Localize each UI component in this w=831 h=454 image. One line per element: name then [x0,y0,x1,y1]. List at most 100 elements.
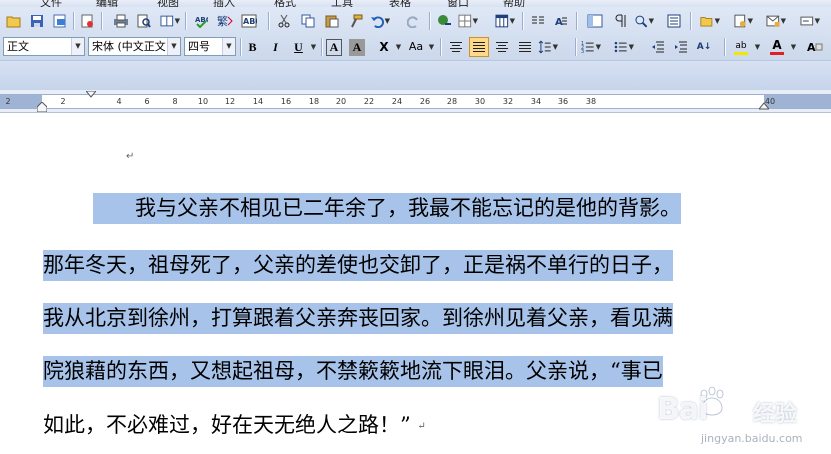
increase-indent-icon[interactable] [671,37,691,57]
ruler-label: 2 [60,97,66,106]
format-painter-icon[interactable] [346,11,366,31]
form-field-icon[interactable]: ▼ [800,11,820,31]
menu-file[interactable]: 文件 [40,0,62,7]
align-left-icon[interactable] [446,37,466,57]
word-count-icon[interactable]: ABC [239,11,259,31]
menu-insert[interactable]: 插入 [213,0,235,7]
distributed-align-icon[interactable] [515,37,535,57]
document-line-2[interactable]: 那年冬天，祖母死了，父亲的差使也交卸了，正是祸不单行的日子， [43,250,673,281]
email-document-icon[interactable] [77,11,97,31]
chevron-down-icon[interactable]: ▼ [222,38,235,55]
menu-bar: 文件 编辑 视图 插入 格式 工具 表格 窗口 帮助 [0,0,831,7]
research-icon[interactable]: ▼ [160,11,180,31]
toolbar-separator [73,12,74,30]
zoom-icon[interactable]: ▼ [634,11,654,31]
document-line-4[interactable]: 院狼藉的东西，又想起祖母，不禁簌簌地流下眼泪。父亲说，“事已 [43,356,663,387]
envelope-tools-icon[interactable]: ▼ [766,11,786,31]
paste-icon[interactable] [322,11,342,31]
style-select[interactable]: 正文 ▼ [3,37,85,56]
document-map-icon[interactable] [585,11,605,31]
toolbar-separator [576,12,577,30]
justify-icon[interactable] [469,37,489,57]
enclose-characters-icon[interactable]: A [805,37,825,57]
highlight-icon[interactable]: ab [731,37,751,57]
document-tools-icon[interactable]: ▼ [733,11,753,31]
redo-icon[interactable] [404,11,424,31]
chevron-down-icon[interactable]: ▼ [751,37,763,57]
line-spacing-icon[interactable]: ▼ [538,37,558,57]
toolbar-separator [690,12,691,30]
svg-text:ABC: ABC [195,16,208,24]
italic-button[interactable]: I [266,37,285,57]
svg-text:繁: 繁 [217,14,228,28]
chevron-down-icon[interactable]: ▼ [307,37,319,57]
bullets-icon[interactable]: ▼ [614,37,634,57]
open-folder-menu-icon[interactable]: ▼ [700,11,720,31]
numbering-icon[interactable]: 1 2 3 ▼ [581,37,601,57]
toolbar-separator [440,38,441,56]
show-hide-marks-icon[interactable] [610,11,630,31]
bold-button[interactable]: B [243,37,262,57]
translate-icon[interactable]: 繁 [215,11,235,31]
menu-view[interactable]: 视图 [157,0,179,7]
first-line-indent-marker[interactable] [86,91,96,98]
align-center-icon[interactable] [492,37,512,57]
font-color-icon[interactable]: A [767,37,787,57]
font-select-value: 宋体 (中文正文 [92,40,166,53]
sort-icon[interactable]: A↓ [694,37,714,57]
copy-icon[interactable] [298,11,318,31]
permission-icon[interactable] [50,11,70,31]
font-size-select[interactable]: 四号 ▼ [184,37,236,56]
print-icon[interactable] [111,11,131,31]
font-color-swatch [770,52,784,55]
decrease-indent-icon[interactable] [648,37,668,57]
columns-icon[interactable] [528,11,548,31]
highlight-swatch [734,51,748,55]
ruler-label: 38 [585,97,597,106]
document-line-3[interactable]: 我从北京到徐州，打算跟着父亲奔丧回家。到徐州见着父亲，看见满 [43,303,673,334]
font-select[interactable]: 宋体 (中文正文 ▼ [88,37,181,56]
menu-format[interactable]: 格式 [274,0,296,7]
change-case-button[interactable]: Aa [405,37,427,57]
document-page[interactable]: ↵ 我与父亲不相见已二年余了，我最不能忘记的是他的背影。 那年冬天，祖母死了，父… [0,113,831,454]
left-indent-marker[interactable] [37,102,47,112]
save-icon[interactable] [27,11,47,31]
svg-text:ABC: ABC [243,17,257,26]
underline-button[interactable]: U [289,37,308,57]
menu-help[interactable]: 帮助 [503,0,525,7]
drawing-icon[interactable]: A [551,11,571,31]
hyperlink-icon[interactable] [435,11,455,31]
chevron-down-icon[interactable]: ▼ [392,37,404,57]
ruler-label: 24 [391,97,403,106]
document-line-1[interactable]: 我与父亲不相见已二年余了，我最不能忘记的是他的背影。 [93,193,681,224]
undo-icon[interactable]: ▼ [370,11,390,31]
ruler-label: 28 [446,97,458,106]
toolbar-separator [429,12,430,30]
menu-window[interactable]: 窗口 [447,0,469,7]
insert-table-icon[interactable]: ▼ [495,11,515,31]
chevron-down-icon[interactable]: ▼ [425,37,437,57]
tables-borders-icon[interactable]: ▼ [458,11,478,31]
ruler-label: 32 [502,97,514,106]
right-indent-marker[interactable] [759,102,769,110]
print-preview-icon[interactable] [134,11,154,31]
character-border-button[interactable]: A [326,39,342,56]
character-shading-button[interactable]: A [349,39,365,56]
toolbar-separator [101,12,102,30]
menu-tools[interactable]: 工具 [331,0,353,7]
document-line-5[interactable]: 如此，不必难过，好在天无绝人之路！” ↵ [43,410,426,441]
open-folder-icon[interactable] [4,11,24,31]
svg-text:A: A [555,17,563,28]
horizontal-ruler[interactable]: 2 2 4 6 8 10 12 14 16 18 20 22 24 26 28 … [0,90,831,113]
ruler-label: 2 [5,97,11,106]
cut-icon[interactable] [274,11,294,31]
ruler-label: 36 [557,97,569,106]
chevron-down-icon[interactable]: ▼ [71,38,84,55]
menu-table[interactable]: 表格 [389,0,411,7]
chevron-down-icon[interactable]: ▼ [787,37,799,57]
font-size-value: 四号 [188,40,210,53]
menu-edit[interactable]: 编辑 [96,0,118,7]
chevron-down-icon[interactable]: ▼ [167,38,180,55]
reading-layout-icon[interactable] [664,11,684,31]
spelling-grammar-icon[interactable]: ABC [191,11,211,31]
